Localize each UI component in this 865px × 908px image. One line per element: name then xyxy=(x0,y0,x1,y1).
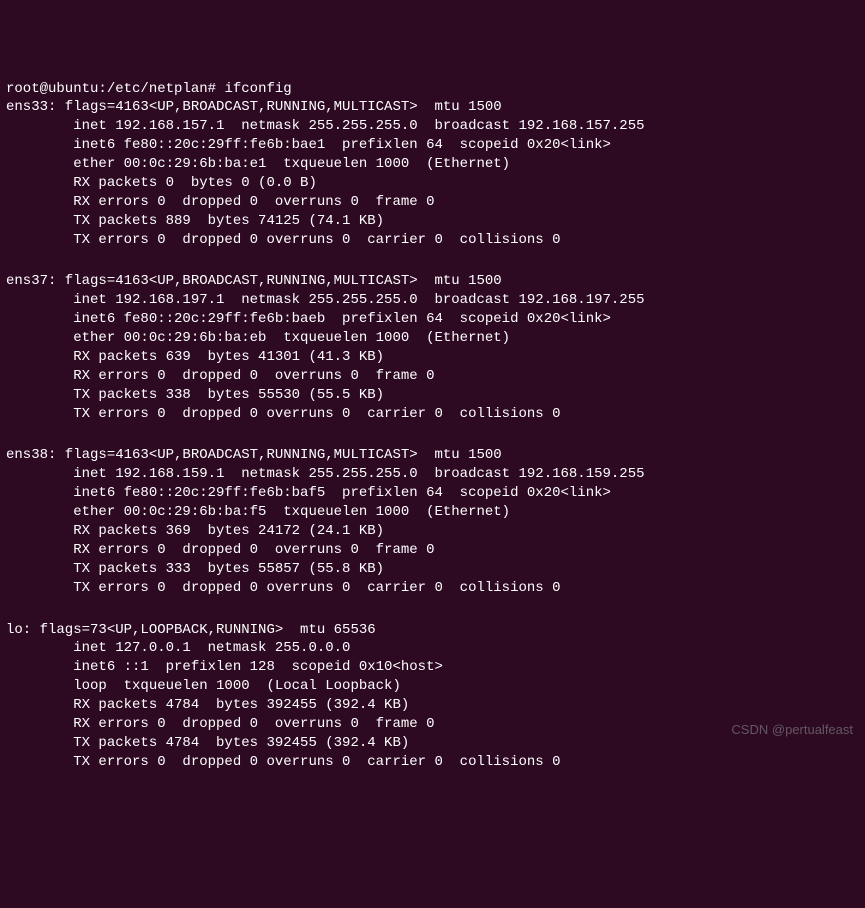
iface-inet6: inet6 ::1 prefixlen 128 scopeid 0x10<hos… xyxy=(6,658,859,677)
iface-ether: ether 00:0c:29:6b:ba:f5 txqueuelen 1000 … xyxy=(6,503,859,522)
iface-header: ens33: flags=4163<UP,BROADCAST,RUNNING,M… xyxy=(6,98,859,117)
iface-inet: inet 192.168.157.1 netmask 255.255.255.0… xyxy=(6,117,859,136)
iface-tx-errors: TX errors 0 dropped 0 overruns 0 carrier… xyxy=(6,753,859,772)
prompt-sep1: : xyxy=(98,81,106,97)
shell-prompt[interactable]: root@ubuntu:/etc/netplan# ifconfig xyxy=(6,81,292,97)
prompt-sep2: # xyxy=(208,81,225,97)
iface-tx-packets: TX packets 889 bytes 74125 (74.1 KB) xyxy=(6,212,859,231)
watermark-text: CSDN @pertualfeast xyxy=(731,721,853,739)
iface-tx-errors: TX errors 0 dropped 0 overruns 0 carrier… xyxy=(6,405,859,424)
iface-inet: inet 192.168.197.1 netmask 255.255.255.0… xyxy=(6,291,859,310)
iface-ether: loop txqueuelen 1000 (Local Loopback) xyxy=(6,677,859,696)
iface-inet: inet 127.0.0.1 netmask 255.0.0.0 xyxy=(6,639,859,658)
interface-ens33: ens33: flags=4163<UP,BROADCAST,RUNNING,M… xyxy=(6,98,859,249)
iface-tx-packets: TX packets 333 bytes 55857 (55.8 KB) xyxy=(6,560,859,579)
iface-inet6: inet6 fe80::20c:29ff:fe6b:bae1 prefixlen… xyxy=(6,136,859,155)
iface-rx-packets: RX packets 0 bytes 0 (0.0 B) xyxy=(6,174,859,193)
iface-rx-errors: RX errors 0 dropped 0 overruns 0 frame 0 xyxy=(6,541,859,560)
iface-rx-errors: RX errors 0 dropped 0 overruns 0 frame 0 xyxy=(6,367,859,386)
prompt-user-host: root@ubuntu xyxy=(6,81,98,97)
iface-rx-packets: RX packets 4784 bytes 392455 (392.4 KB) xyxy=(6,696,859,715)
command-text: ifconfig xyxy=(224,81,291,97)
iface-inet: inet 192.168.159.1 netmask 255.255.255.0… xyxy=(6,465,859,484)
iface-inet6: inet6 fe80::20c:29ff:fe6b:baf5 prefixlen… xyxy=(6,484,859,503)
interface-ens37: ens37: flags=4163<UP,BROADCAST,RUNNING,M… xyxy=(6,272,859,423)
iface-rx-packets: RX packets 639 bytes 41301 (41.3 KB) xyxy=(6,348,859,367)
iface-tx-errors: TX errors 0 dropped 0 overruns 0 carrier… xyxy=(6,579,859,598)
iface-header: ens37: flags=4163<UP,BROADCAST,RUNNING,M… xyxy=(6,272,859,291)
iface-inet6: inet6 fe80::20c:29ff:fe6b:baeb prefixlen… xyxy=(6,310,859,329)
iface-tx-errors: TX errors 0 dropped 0 overruns 0 carrier… xyxy=(6,231,859,250)
iface-ether: ether 00:0c:29:6b:ba:eb txqueuelen 1000 … xyxy=(6,329,859,348)
iface-tx-packets: TX packets 338 bytes 55530 (55.5 KB) xyxy=(6,386,859,405)
iface-ether: ether 00:0c:29:6b:ba:e1 txqueuelen 1000 … xyxy=(6,155,859,174)
iface-rx-packets: RX packets 369 bytes 24172 (24.1 KB) xyxy=(6,522,859,541)
iface-header: lo: flags=73<UP,LOOPBACK,RUNNING> mtu 65… xyxy=(6,621,859,640)
interface-lo: lo: flags=73<UP,LOOPBACK,RUNNING> mtu 65… xyxy=(6,621,859,772)
prompt-path: /etc/netplan xyxy=(107,81,208,97)
iface-header: ens38: flags=4163<UP,BROADCAST,RUNNING,M… xyxy=(6,446,859,465)
iface-rx-errors: RX errors 0 dropped 0 overruns 0 frame 0 xyxy=(6,193,859,212)
interface-ens38: ens38: flags=4163<UP,BROADCAST,RUNNING,M… xyxy=(6,446,859,597)
